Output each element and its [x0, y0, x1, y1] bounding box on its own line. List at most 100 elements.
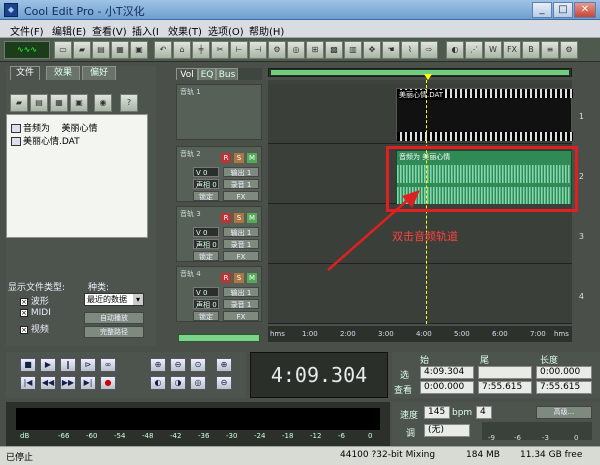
go-end-icon[interactable]: ▶|: [80, 376, 96, 390]
menu-options[interactable]: 选项(O): [208, 23, 244, 38]
full-path-button[interactable]: 完整路径: [84, 326, 144, 338]
track-lane-1[interactable]: 1 美丽心情.DAT: [268, 84, 584, 144]
pan-field[interactable]: 声相 0: [193, 239, 219, 249]
sel-length-field[interactable]: 0:00.000: [536, 366, 592, 379]
track-control-3[interactable]: 音轨 3 R S M V 0 输出 1 声相 0 录音 1 锁定 FX: [176, 206, 262, 262]
tab-eq[interactable]: EQ: [198, 68, 216, 80]
zoom-left-icon[interactable]: ◐: [150, 376, 166, 390]
record-arm-button[interactable]: R: [221, 213, 231, 223]
edit-icon[interactable]: ⊣: [249, 41, 267, 59]
mute-button[interactable]: M: [247, 213, 257, 223]
wet-icon[interactable]: W: [484, 41, 502, 59]
menu-file[interactable]: 文件(F): [10, 23, 44, 38]
mix-icon[interactable]: ⌂: [173, 41, 191, 59]
tab-favorites[interactable]: 偏好: [82, 66, 116, 80]
pan-field[interactable]: 声相 0: [193, 299, 219, 309]
output-button[interactable]: 输出 1: [223, 287, 259, 297]
tempo-field[interactable]: 145: [424, 406, 450, 419]
select-icon[interactable]: ▥: [344, 41, 362, 59]
envelope-icon[interactable]: ⌇: [401, 41, 419, 59]
tab-files[interactable]: 文件: [10, 66, 40, 80]
zoom-out-v-icon[interactable]: ⊖: [216, 376, 232, 390]
zoom-out-h-icon[interactable]: ⊖: [170, 358, 186, 372]
mute-button[interactable]: M: [247, 273, 257, 283]
bpm-icon[interactable]: B: [522, 41, 540, 59]
record-input-button[interactable]: 录音 1: [223, 179, 259, 189]
menu-view[interactable]: 查看(V): [92, 23, 127, 38]
loop-play-icon[interactable]: ∞: [100, 358, 116, 372]
minimize-button[interactable]: _: [532, 2, 552, 18]
move-icon[interactable]: ✥: [363, 41, 381, 59]
type-midi[interactable]: × MIDI: [20, 308, 51, 318]
undo-icon[interactable]: ↶: [154, 41, 172, 59]
auto-play-button[interactable]: 自动播放: [84, 312, 144, 324]
beats-field[interactable]: 4: [476, 406, 492, 419]
effect-chain-icon[interactable]: ◐: [446, 41, 464, 59]
fx-icon[interactable]: FX: [503, 41, 521, 59]
record-arm-button[interactable]: R: [221, 153, 231, 163]
lock-button[interactable]: 锁定: [193, 311, 219, 321]
view-end-field[interactable]: 7:55.615: [478, 381, 532, 394]
open-folder-icon[interactable]: ▰: [73, 41, 91, 59]
fast-forward-icon[interactable]: ▶▶: [60, 376, 76, 390]
open-append-icon[interactable]: ▤: [92, 41, 110, 59]
menu-edit[interactable]: 编辑(E): [52, 23, 86, 38]
pause-icon[interactable]: ‖: [60, 358, 76, 372]
time-ruler[interactable]: hms 1:00 2:00 3:00 4:00 5:00 6:00 7:00 h…: [268, 326, 572, 342]
help-icon[interactable]: ?: [120, 94, 138, 112]
volume-field[interactable]: V 0: [193, 287, 219, 297]
zoom-full-icon[interactable]: ⊙: [190, 358, 206, 372]
mute-button[interactable]: M: [247, 153, 257, 163]
record-arm-button[interactable]: R: [221, 273, 231, 283]
tab-vol[interactable]: Vol: [176, 68, 198, 80]
tab-bus[interactable]: Bus: [216, 68, 238, 80]
fx-button[interactable]: FX: [223, 311, 259, 321]
menu-effects[interactable]: 效果(T): [168, 23, 202, 38]
fx-button[interactable]: FX: [223, 251, 259, 261]
session-icon[interactable]: ▣: [130, 41, 148, 59]
solo-button[interactable]: S: [234, 213, 244, 223]
track-control-4[interactable]: 音轨 4 R S M V 0 输出 1 声相 0 录音 1 锁定 FX: [176, 266, 262, 322]
go-start-icon[interactable]: |◀: [20, 376, 36, 390]
view-length-field[interactable]: 7:55.615: [536, 381, 592, 394]
split-icon[interactable]: ╪: [192, 41, 210, 59]
zoom-sel-icon[interactable]: ◎: [190, 376, 206, 390]
fx-button[interactable]: FX: [223, 191, 259, 201]
insert-icon[interactable]: ▣: [70, 94, 88, 112]
key-select[interactable]: (无): [424, 424, 470, 437]
waveform-toggle-button[interactable]: ∿∿∿: [4, 41, 50, 59]
output-button[interactable]: 输出 1: [223, 167, 259, 177]
sel-begin-field[interactable]: 4:09.304: [420, 366, 474, 379]
pan-field[interactable]: 声相 0: [193, 179, 219, 189]
play-file-icon[interactable]: ◉: [94, 94, 112, 112]
track-control-1[interactable]: 音轨 1: [176, 84, 262, 140]
spectral-icon[interactable]: ⋰: [465, 41, 483, 59]
view-begin-field[interactable]: 0:00.000: [420, 381, 474, 394]
record-input-button[interactable]: 录音 1: [223, 239, 259, 249]
list-item[interactable]: 美丽心情.DAT: [11, 134, 80, 147]
type-video[interactable]: × 视频: [20, 322, 49, 335]
trim-icon[interactable]: ⊢: [230, 41, 248, 59]
sort-select[interactable]: 最近的数据 ▾: [84, 293, 144, 306]
mixer-icon[interactable]: ≡: [541, 41, 559, 59]
settings-icon[interactable]: ⚙: [560, 41, 578, 59]
new-file-icon[interactable]: ▭: [54, 41, 72, 59]
play-to-end-icon[interactable]: ⊳: [80, 358, 96, 372]
cut-icon[interactable]: ✂: [211, 41, 229, 59]
punch-icon[interactable]: ⇨: [420, 41, 438, 59]
loop-icon[interactable]: ◎: [287, 41, 305, 59]
stop-icon[interactable]: ■: [20, 358, 36, 372]
close-button[interactable]: ✕: [574, 2, 596, 18]
lock-button[interactable]: 锁定: [193, 251, 219, 261]
maximize-button[interactable]: □: [553, 2, 573, 18]
zoom-in-h-icon[interactable]: ⊕: [150, 358, 166, 372]
solo-button[interactable]: S: [234, 273, 244, 283]
track-list-scrollbar[interactable]: [178, 334, 260, 342]
rewind-icon[interactable]: ◀◀: [40, 376, 56, 390]
audio-clip-dat[interactable]: 美丽心情.DAT: [396, 88, 573, 141]
output-button[interactable]: 输出 1: [223, 227, 259, 237]
volume-field[interactable]: V 0: [193, 167, 219, 177]
track-control-2[interactable]: 音轨 2 R S M V 0 输出 1 声相 0 录音 1 锁定 FX: [176, 146, 262, 202]
save-icon[interactable]: ▦: [111, 41, 129, 59]
record-input-button[interactable]: 录音 1: [223, 299, 259, 309]
